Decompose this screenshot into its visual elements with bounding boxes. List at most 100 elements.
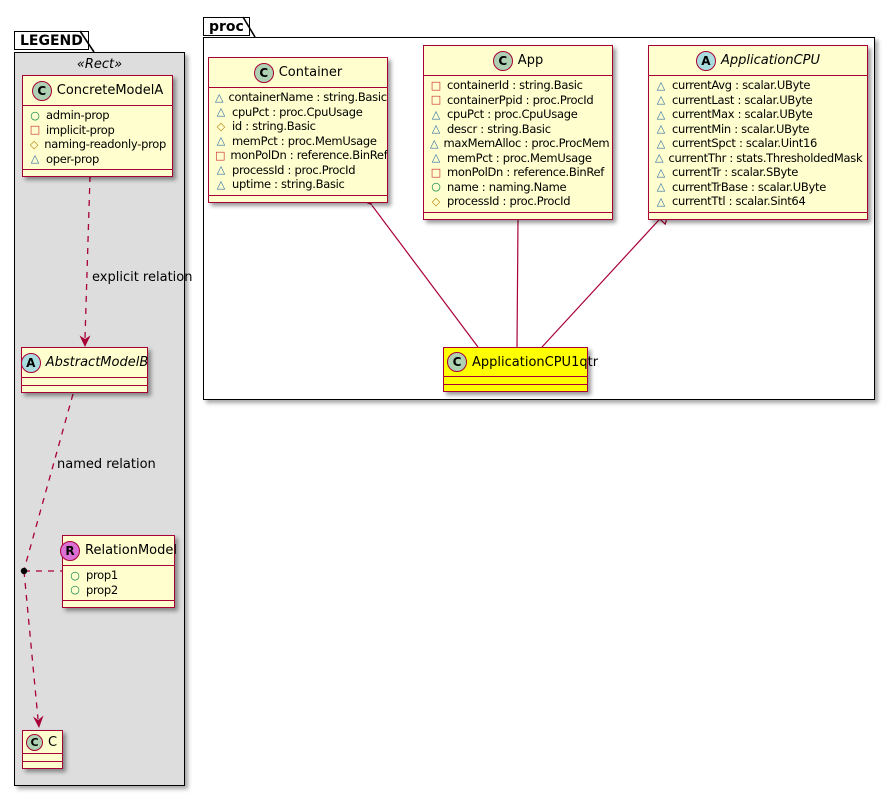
attribute-row: □containerPpid : proc.ProcId: [424, 93, 612, 108]
class-app-header: C App: [424, 46, 612, 76]
attribute-row: △oper-prop: [23, 152, 172, 167]
explicit-relation-label: explicit relation: [92, 270, 192, 285]
class-applicationcpu: A ApplicationCPU △ currentAvg : scalar.UB…: [648, 45, 868, 220]
triangle-visibility-icon: △: [430, 152, 442, 163]
attribute-text: currentThr : stats.ThresholdedMask: [668, 151, 862, 165]
attribute-text: descr : string.Basic: [447, 122, 551, 136]
attribute-row: △ memPct : proc.MemUsage: [424, 151, 612, 166]
attribute-row: △descr : string.Basic: [424, 122, 612, 137]
empty-compartment: [23, 761, 62, 768]
empty-compartment: [23, 169, 172, 176]
square-visibility-icon: □: [430, 94, 442, 105]
attribute-text: prop1: [86, 568, 118, 582]
attribute-row: △currentTrBase : scalar.UByte: [649, 180, 867, 195]
legend-stereotype: «Rect»: [14, 57, 185, 72]
class-spot-icon: C: [254, 63, 274, 83]
attribute-row: △processId : proc.ProcId: [209, 163, 387, 178]
class-relationmodel-header: R RelationModel: [63, 536, 174, 566]
attribute-text: processId : proc.ProcId: [232, 163, 355, 177]
attribute-list: □ containerId : string.Basic□containerPpi…: [424, 76, 612, 212]
class-abstractmodelb: A AbstractModelB: [21, 347, 148, 393]
attribute-text: uptime : string.Basic: [232, 177, 345, 191]
empty-compartment: [444, 384, 587, 391]
abstract-spot-icon: A: [21, 353, 41, 373]
attribute-text: monPolDn : reference.BinRef: [447, 165, 604, 179]
triangle-visibility-icon: △: [655, 138, 667, 149]
attribute-text: implicit-prop: [46, 123, 114, 137]
empty-compartment: [444, 377, 587, 384]
attribute-row: △maxMemAlloc : proc.ProcMem: [424, 136, 612, 151]
class-spot-icon: C: [26, 734, 43, 751]
empty-compartment: [63, 600, 174, 607]
class-name: ApplicationCPU: [721, 53, 820, 68]
attribute-text: currentMin : scalar.UByte: [672, 122, 809, 136]
class-applicationcpu1qtr: C ApplicationCPU1qtr: [443, 347, 588, 392]
triangle-visibility-icon: △: [655, 80, 667, 91]
class-spot-icon: C: [32, 81, 52, 101]
attribute-list: ○ prop1○ prop2: [63, 566, 174, 600]
relation-spot-icon: R: [60, 541, 80, 561]
triangle-visibility-icon: △: [215, 179, 227, 190]
attribute-row: □ containerId : string.Basic: [424, 78, 612, 93]
empty-compartment: [22, 385, 147, 392]
diamond-visibility-icon: ◇: [430, 196, 442, 207]
attribute-text: maxMemAlloc : proc.ProcMem: [443, 136, 609, 150]
attribute-row: ○name : naming.Name: [424, 180, 612, 195]
attribute-row: ◇naming-readonly-prop: [23, 137, 172, 152]
diamond-visibility-icon: ◇: [215, 121, 227, 132]
square-visibility-icon: □: [430, 80, 442, 91]
class-c: C C: [22, 730, 63, 769]
attribute-list: △containerName : string.Basic△cpuPct : p…: [209, 88, 387, 195]
attribute-text: prop2: [86, 583, 118, 597]
attribute-text: id : string.Basic: [232, 119, 316, 133]
attribute-row: ◇ id : string.Basic: [209, 119, 387, 134]
circle-visibility-icon: ○: [69, 570, 81, 581]
attribute-row: △currentTtl : scalar.Sint64: [649, 194, 867, 209]
class-name: C: [48, 735, 57, 750]
circle-visibility-icon: ○: [29, 110, 41, 121]
attribute-text: memPct : proc.MemUsage: [447, 151, 592, 165]
attribute-text: currentTr : scalar.SByte: [672, 165, 798, 179]
diamond-visibility-icon: ◇: [29, 139, 39, 150]
attribute-row: △cpuPct : proc.CpuUsage: [209, 105, 387, 120]
triangle-visibility-icon: △: [655, 123, 667, 134]
attribute-row: △currentTr : scalar.SByte: [649, 165, 867, 180]
attribute-row: △cpuPct : proc.CpuUsage: [424, 107, 612, 122]
circle-visibility-icon: ○: [430, 181, 442, 192]
class-relationmodel: R RelationModel ○ prop1○ prop2: [62, 535, 175, 608]
attribute-row: ○ prop1: [63, 568, 174, 583]
triangle-visibility-icon: △: [655, 109, 667, 120]
class-abstractmodelb-header: A AbstractModelB: [22, 348, 147, 378]
class-concretemodela-header: C ConcreteModelA: [23, 76, 172, 106]
attribute-row: △currentMax : scalar.UByte: [649, 107, 867, 122]
attribute-text: currentLast : scalar.UByte: [672, 93, 812, 107]
class-applicationcpu-header: A ApplicationCPU: [649, 46, 867, 76]
attribute-row: △ currentSpct : scalar.Uint16: [649, 136, 867, 151]
empty-compartment: [209, 195, 387, 202]
attribute-row: △containerName : string.Basic: [209, 90, 387, 105]
class-container-header: C Container: [209, 58, 387, 88]
triangle-visibility-icon: △: [430, 109, 442, 120]
attribute-text: currentAvg : scalar.UByte: [672, 78, 810, 92]
empty-compartment: [23, 754, 62, 761]
class-name: RelationModel: [85, 543, 177, 558]
triangle-visibility-icon: △: [655, 152, 663, 163]
attribute-text: currentTtl : scalar.Sint64: [672, 194, 805, 208]
attribute-text: currentTrBase : scalar.UByte: [672, 180, 826, 194]
attribute-row: □monPolDn : reference.BinRef: [209, 148, 387, 163]
attribute-list: △ currentAvg : scalar.UByte △ currentLast :…: [649, 76, 867, 212]
square-visibility-icon: □: [215, 150, 225, 161]
abstract-spot-icon: A: [696, 51, 716, 71]
attribute-row: △ uptime : string.Basic: [209, 177, 387, 192]
attribute-text: currentSpct : scalar.Uint16: [672, 136, 817, 150]
attribute-text: memPct : proc.MemUsage: [232, 134, 377, 148]
class-name: AbstractModelB: [46, 355, 149, 370]
class-spot-icon: C: [447, 352, 467, 372]
class-name: Container: [279, 65, 343, 80]
attribute-text: oper-prop: [46, 152, 99, 166]
attribute-row: △ currentThr : stats.ThresholdedMask: [649, 151, 867, 166]
attribute-text: containerId : string.Basic: [447, 78, 583, 92]
attribute-row: ◇ processId : proc.ProcId: [424, 194, 612, 209]
attribute-text: containerName : string.Basic: [228, 90, 386, 104]
attribute-text: processId : proc.ProcId: [447, 194, 570, 208]
